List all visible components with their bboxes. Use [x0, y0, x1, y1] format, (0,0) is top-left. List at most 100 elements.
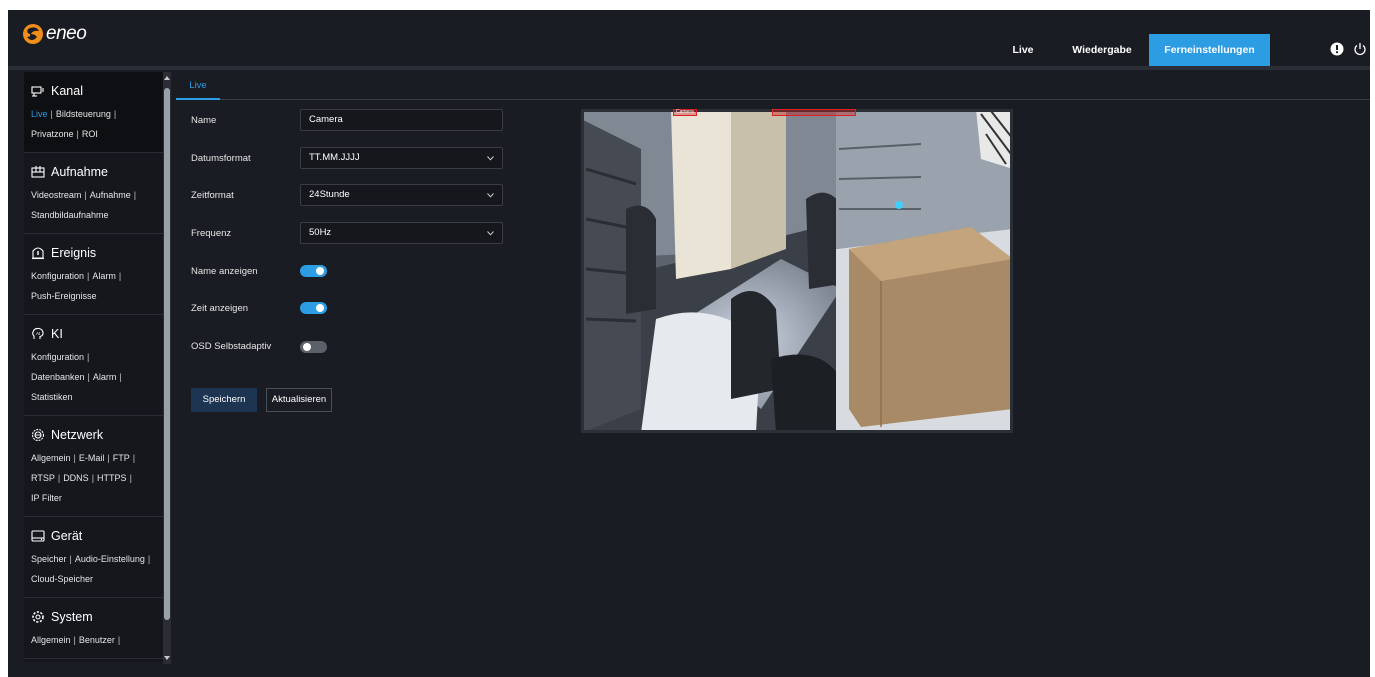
sidebar: Kanal Live | Bildsteuerung | Privatzone | ROI… — [24, 72, 170, 662]
tab-bar: Live — [176, 76, 1370, 100]
sidebar-link-ki-alarm[interactable]: Alarm — [93, 372, 117, 382]
sidebar-link-push-ereignisse[interactable]: Push-Ereignisse — [31, 291, 97, 301]
sidebar-links-ereignis: Konfiguration | Alarm | Push-Ereignisse — [31, 271, 122, 301]
sidebar-header-system[interactable]: System — [31, 604, 164, 630]
show-name-toggle[interactable] — [300, 265, 327, 277]
show-time-label: Zeit anzeigen — [191, 303, 249, 314]
toggle-knob — [316, 267, 324, 275]
time-format-select[interactable]: 24Stunde — [300, 184, 503, 206]
nav-playback[interactable]: Wiedergabe — [1057, 34, 1147, 66]
sidebar-links-aufnahme: Videostream | Aufnahme | Standbildaufnahme — [31, 190, 137, 220]
sidebar-header-ereignis[interactable]: Ereignis — [31, 240, 164, 266]
frequency-select[interactable]: 50Hz — [300, 222, 503, 244]
sidebar-section-ki: AI KI Konfiguration | Datenbanken | Alarm | … — [24, 315, 170, 416]
event-alarm-icon — [32, 247, 44, 260]
sidebar-link-email[interactable]: E-Mail — [79, 453, 105, 463]
sidebar-link-statistiken[interactable]: Statistiken — [31, 392, 73, 402]
sidebar-header-ki[interactable]: AI KI — [31, 321, 164, 347]
name-label: Name — [191, 115, 217, 126]
device-storage-icon — [31, 530, 45, 542]
sidebar-link-rtsp[interactable]: RTSP — [31, 473, 55, 483]
sidebar-section-netzwerk: Netzwerk Allgemein | E-Mail | FTP | RTSP | DDNS… — [24, 416, 170, 517]
sidebar-link-roi[interactable]: ROI — [82, 129, 98, 139]
sidebar-link-privatzone[interactable]: Privatzone — [31, 129, 74, 139]
nav-live[interactable]: Live — [1001, 34, 1045, 66]
live-video-preview[interactable]: Camera — [581, 109, 1013, 433]
sidebar-links-netzwerk: Allgemein | E-Mail | FTP | RTSP | DDNS | HTTPS | I… — [31, 453, 136, 503]
sidebar-link-alarm[interactable]: Alarm — [92, 271, 116, 281]
time-format-value: 24Stunde — [309, 189, 350, 200]
frequency-value: 50Hz — [309, 227, 332, 238]
time-format-label: Zeitformat — [191, 190, 234, 201]
sidebar-link-audio-einstellung[interactable]: Audio-Einstellung — [75, 554, 145, 564]
sidebar-link-allgemein[interactable]: Allgemein — [31, 453, 71, 463]
name-input[interactable]: Camera — [300, 109, 503, 131]
osd-timestamp — [772, 109, 856, 116]
sidebar-link-bildsteuerung[interactable]: Bildsteuerung — [56, 109, 111, 119]
sidebar-link-aufnahme[interactable]: Aufnahme — [90, 190, 131, 200]
osd-adaptive-toggle[interactable] — [300, 341, 327, 353]
sidebar-title-ereignis: Ereignis — [51, 246, 97, 260]
sidebar-links-geraet: Speicher | Audio-Einstellung | Cloud-Speich… — [31, 554, 151, 584]
svg-text:AI: AI — [36, 331, 40, 336]
camera-image — [581, 109, 1013, 433]
sidebar-link-benutzer[interactable]: Benutzer — [79, 635, 115, 645]
system-gear-icon — [32, 611, 44, 623]
date-format-value: TT.MM.JJJJ — [309, 152, 360, 163]
osd-camera-name: Camera — [673, 109, 697, 116]
sidebar-link-cloud-speicher[interactable]: Cloud-Speicher — [31, 574, 93, 584]
refresh-button[interactable]: Aktualisieren — [266, 388, 332, 412]
show-name-label: Name anzeigen — [191, 266, 258, 277]
tab-live[interactable]: Live — [176, 76, 220, 100]
sidebar-title-netzwerk: Netzwerk — [51, 428, 104, 442]
scroll-down-arrow-icon[interactable] — [163, 654, 171, 662]
sidebar-link-speicher[interactable]: Speicher — [31, 554, 67, 564]
osd-adaptive-label: OSD Selbstadaptiv — [191, 341, 272, 352]
sidebar-title-kanal: Kanal — [51, 84, 83, 98]
sidebar-title-geraet: Gerät — [51, 529, 83, 543]
sidebar-link-system-allgemein[interactable]: Allgemein — [31, 635, 71, 645]
sidebar-link-standbildaufnahme[interactable]: Standbildaufnahme — [31, 210, 109, 220]
sidebar-link-ip-filter[interactable]: IP Filter — [31, 493, 62, 503]
eneo-logo-icon — [23, 24, 43, 44]
sidebar-link-ki-konfiguration[interactable]: Konfiguration — [31, 352, 84, 362]
sidebar-title-aufnahme: Aufnahme — [51, 165, 108, 179]
sidebar-scrollbar[interactable] — [163, 72, 171, 664]
sidebar-section-kanal: Kanal Live | Bildsteuerung | Privatzone | ROI — [24, 72, 170, 153]
eneo-logo: eneo — [22, 22, 87, 46]
sidebar-link-ftp[interactable]: FTP — [113, 453, 130, 463]
sidebar-section-ereignis: Ereignis Konfiguration | Alarm | Push-Ereig… — [24, 234, 170, 315]
sidebar-section-geraet: Gerät Speicher | Audio-Einstellung | Cloud-… — [24, 517, 170, 598]
date-format-select[interactable]: TT.MM.JJJJ — [300, 147, 503, 169]
nav-remote-settings[interactable]: Ferneinstellungen — [1149, 34, 1270, 66]
power-icon[interactable] — [1353, 42, 1367, 56]
sidebar-header-geraet[interactable]: Gerät — [31, 523, 164, 549]
chevron-down-icon — [487, 231, 494, 236]
sidebar-title-ki: KI — [51, 327, 63, 341]
sidebar-link-datenbanken[interactable]: Datenbanken — [31, 372, 85, 382]
scroll-up-arrow-icon[interactable] — [163, 74, 171, 82]
sidebar-link-konfiguration[interactable]: Konfiguration — [31, 271, 84, 281]
top-header: eneo Live Wiedergabe Ferneinstellungen — [8, 10, 1370, 66]
alert-icon[interactable] — [1330, 42, 1344, 56]
chevron-down-icon — [487, 193, 494, 198]
sidebar-section-aufnahme: Aufnahme Videostream | Aufnahme | Standbild… — [24, 153, 170, 234]
sidebar-header-aufnahme[interactable]: Aufnahme — [31, 159, 164, 185]
scrollbar-thumb[interactable] — [164, 88, 170, 620]
sidebar-header-netzwerk[interactable]: Netzwerk — [31, 422, 164, 448]
sidebar-section-system: System Allgemein | Benutzer | — [24, 598, 170, 659]
sidebar-link-https[interactable]: HTTPS — [97, 473, 127, 483]
sidebar-header-kanal[interactable]: Kanal — [31, 78, 164, 104]
app-window: eneo Live Wiedergabe Ferneinstellungen K… — [8, 10, 1370, 677]
sidebar-link-videostream[interactable]: Videostream — [31, 190, 81, 200]
monitor-camera-icon — [31, 86, 44, 97]
save-button[interactable]: Speichern — [191, 388, 257, 412]
recording-icon — [31, 166, 45, 178]
sidebar-links-system: Allgemein | Benutzer | — [31, 635, 121, 645]
sidebar-link-ddns[interactable]: DDNS — [63, 473, 89, 483]
frequency-label: Frequenz — [191, 228, 232, 239]
sidebar-title-system: System — [51, 610, 93, 624]
toggle-knob — [316, 304, 324, 312]
sidebar-link-live[interactable]: Live — [31, 109, 48, 119]
show-time-toggle[interactable] — [300, 302, 327, 314]
